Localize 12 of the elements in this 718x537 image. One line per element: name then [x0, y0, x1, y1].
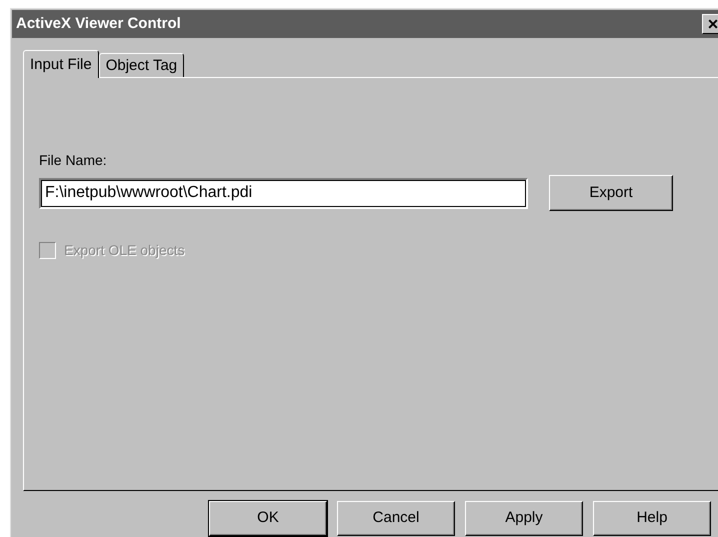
dialog-button[interactable]: Cancel [337, 501, 455, 536]
dialog-button[interactable]: OK [209, 501, 327, 536]
export-button[interactable]: Export [549, 175, 673, 211]
dialog-button[interactable]: Apply [465, 501, 583, 536]
file-name-label: File Name: [39, 151, 108, 170]
file-name-field[interactable]: F:\inetpub\wwwroot\Chart.pdi [39, 178, 528, 208]
dialog-button[interactable]: Help [593, 501, 711, 536]
tab[interactable]: Object Tag [98, 53, 184, 77]
close-button[interactable]: × [702, 14, 718, 34]
tab[interactable]: Input File [23, 50, 99, 78]
window-title: ActiveX Viewer Control [16, 14, 181, 34]
checkbox-label: Export OLE objects [64, 241, 185, 260]
